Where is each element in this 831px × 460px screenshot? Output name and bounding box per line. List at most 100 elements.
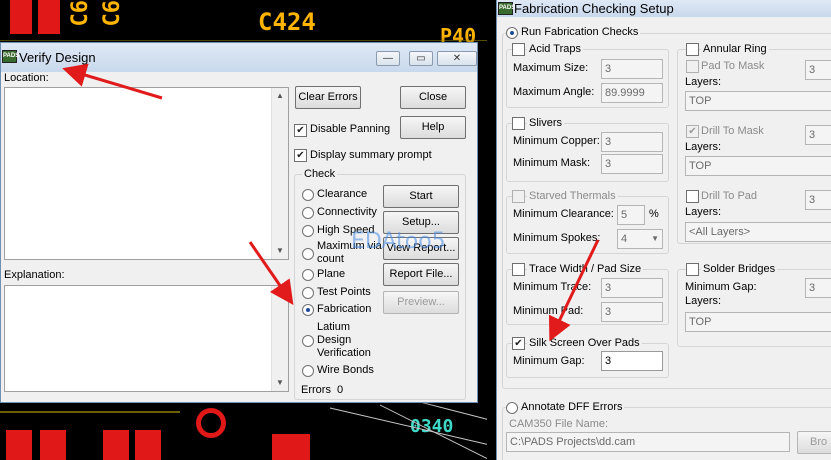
pad-to-mask-checkbox[interactable] (686, 60, 699, 73)
annular-ring-checkbox[interactable] (686, 43, 699, 56)
drill-to-mask-layers[interactable]: TOP (685, 156, 831, 176)
min-copper-field[interactable]: 3 (601, 132, 663, 152)
fabrication-setup-dialog: PADS Fabrication Checking Setup Run Fabr… (496, 0, 831, 460)
silk-min-gap-field[interactable]: 3 (601, 351, 663, 371)
clear-errors-button[interactable]: Clear Errors (295, 86, 361, 109)
check-radio-plane[interactable] (302, 269, 314, 281)
slivers-checkbox[interactable] (512, 117, 525, 130)
layers-label: Layers: (685, 206, 722, 218)
layers-label: Layers: (685, 141, 722, 153)
silk-label-c424: C424 (258, 8, 316, 36)
solder-min-gap-field[interactable]: 3 (805, 278, 831, 298)
check-radio-latium[interactable] (302, 335, 314, 347)
scroll-down-icon[interactable]: ▼ (272, 243, 288, 259)
min-trace-field[interactable]: 3 (601, 278, 663, 298)
display-summary-checkbox[interactable]: ✔ (294, 149, 307, 162)
drill-to-mask-checkbox[interactable]: ✔ (686, 125, 699, 138)
close-button[interactable]: Close (400, 86, 466, 109)
disable-panning-checkbox[interactable]: ✔ (294, 124, 307, 137)
help-button[interactable]: Help (400, 116, 466, 139)
silk-label-0340: 0340 (410, 416, 454, 437)
min-clearance-field[interactable]: 5 (617, 205, 645, 225)
disable-panning-label: Disable Panning (310, 123, 391, 135)
check-label-latium-line2: Design (317, 334, 352, 346)
drill-to-pad-checkbox[interactable] (686, 190, 699, 203)
watermark-text: EDAtoo5 (351, 229, 446, 254)
min-spokes-dropdown[interactable]: 4 ▼ (617, 229, 663, 249)
check-group-title: Check (302, 168, 338, 180)
annotate-dff-radio[interactable] (506, 402, 518, 414)
start-button[interactable]: Start (383, 185, 459, 208)
starved-thermals-checkbox[interactable] (512, 190, 525, 203)
solder-bridges-checkbox[interactable] (686, 263, 699, 276)
silk-screen-label: Silk Screen Over Pads (527, 337, 642, 349)
explanation-text[interactable]: ▲ ▼ (4, 285, 289, 392)
check-label-plane: Plane (317, 268, 346, 280)
starved-thermals-label: Starved Thermals (527, 190, 618, 202)
run-checks-radio[interactable] (506, 27, 518, 39)
min-clearance-label: Minimum Clearance: (513, 208, 614, 220)
solder-bridges-label: Solder Bridges (701, 263, 778, 275)
fab-title-bar[interactable]: PADS Fabrication Checking Setup (497, 0, 831, 17)
scroll-up-icon[interactable]: ▲ (272, 286, 288, 302)
pad-to-mask-field[interactable]: 3 (805, 60, 831, 80)
drill-to-mask-field[interactable]: 3 (805, 125, 831, 145)
pad (135, 430, 161, 460)
acid-traps-checkbox[interactable] (512, 43, 525, 56)
min-mask-field[interactable]: 3 (601, 154, 663, 174)
check-radio-fabrication[interactable] (302, 304, 314, 316)
check-radio-high-speed[interactable] (302, 225, 314, 237)
min-trace-label: Minimum Trace: (513, 281, 592, 293)
check-radio-clearance[interactable] (302, 189, 314, 201)
silk-min-gap-label: Minimum Gap: (513, 355, 585, 367)
pad (10, 0, 32, 34)
pad (196, 408, 226, 438)
max-size-field[interactable]: 3 (601, 59, 663, 79)
pad-to-mask-layers[interactable]: TOP (685, 91, 831, 111)
maximize-button[interactable]: ▭ (409, 51, 433, 66)
pad (272, 434, 310, 460)
annotate-dff-label: Annotate DFF Errors (519, 401, 625, 413)
explanation-scrollbar[interactable]: ▲ ▼ (271, 286, 288, 391)
scroll-down-icon[interactable]: ▼ (272, 375, 288, 391)
report-file-button[interactable]: Report File... (383, 263, 459, 286)
trace-width-checkbox[interactable] (512, 263, 525, 276)
min-pad-field[interactable]: 3 (601, 302, 663, 322)
minimize-button[interactable]: — (376, 51, 400, 66)
check-label-fabrication: Fabrication (317, 303, 372, 315)
min-spokes-value: 4 (621, 233, 628, 245)
silk-screen-checkbox[interactable]: ✔ (512, 337, 525, 350)
explanation-label: Explanation: (4, 269, 65, 281)
min-mask-label: Minimum Mask: (513, 157, 591, 169)
solder-layers[interactable]: TOP (685, 312, 831, 332)
check-radio-test-points[interactable] (302, 287, 314, 299)
scroll-up-icon[interactable]: ▲ (272, 88, 288, 104)
check-label-max-via-line2: count (317, 253, 344, 265)
max-angle-field[interactable]: 89.9999 (601, 83, 663, 103)
trace-width-label: Trace Width / Pad Size (527, 263, 644, 275)
check-label-clearance: Clearance (317, 188, 368, 200)
min-pad-label: Minimum Pad: (513, 305, 584, 317)
location-scrollbar[interactable]: ▲ ▼ (271, 88, 288, 259)
cam350-field[interactable]: C:\PADS Projects\dd.cam (506, 432, 790, 452)
check-radio-wire-bonds[interactable] (302, 365, 314, 377)
drill-to-pad-field[interactable]: 3 (805, 190, 831, 210)
pads-app-icon: PADS (2, 50, 19, 63)
slivers-label: Slivers (527, 117, 565, 129)
preview-button[interactable]: Preview... (383, 291, 459, 314)
drill-to-pad-layers[interactable]: <All Layers> (685, 222, 831, 242)
min-spokes-label: Minimum Spokes: (513, 232, 601, 244)
min-clearance-unit: % (649, 208, 659, 220)
browse-button[interactable]: Bro (797, 431, 831, 454)
location-list[interactable]: ▲ ▼ (4, 87, 289, 260)
pads-app-icon: PADS (498, 2, 515, 15)
min-copper-label: Minimum Copper: (513, 135, 600, 147)
drill-to-pad-label: Drill To Pad (701, 190, 758, 202)
divider (487, 0, 496, 460)
verify-title-bar[interactable]: PADS Verify Design — ▭ ✕ (1, 43, 477, 72)
trace (0, 40, 490, 41)
close-window-button[interactable]: ✕ (437, 51, 477, 66)
check-radio-connectivity[interactable] (302, 207, 314, 219)
check-radio-max-via[interactable] (302, 248, 314, 260)
fab-title: Fabrication Checking Setup (514, 1, 674, 16)
